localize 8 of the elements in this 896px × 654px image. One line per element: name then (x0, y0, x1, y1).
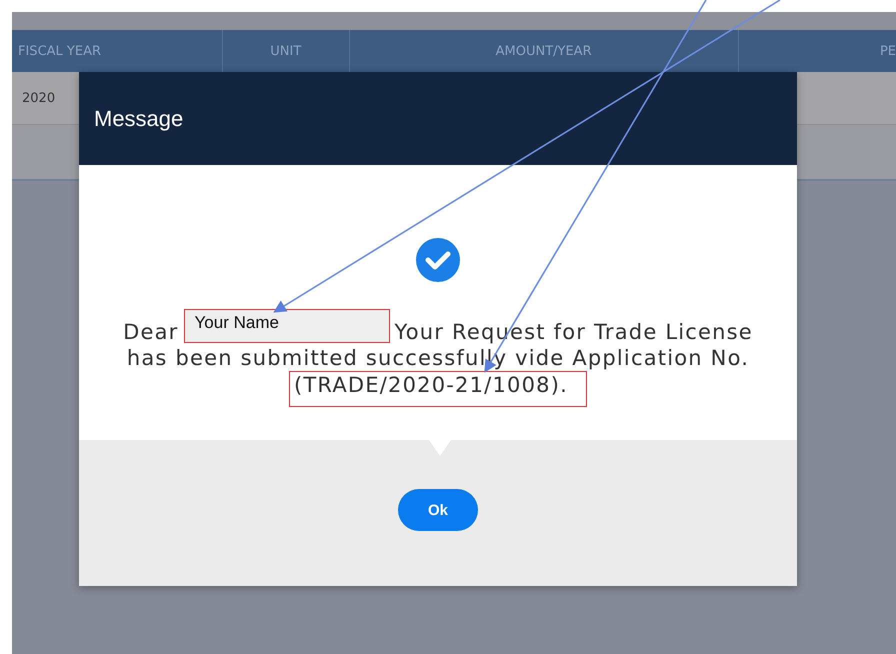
dialog-title: Message (94, 106, 184, 132)
name-label: Your Name (184, 309, 390, 343)
column-header: PE (878, 42, 896, 60)
application-number: (TRADE/2020-21/1008). (289, 371, 587, 407)
greeting-text: Dear (123, 319, 179, 345)
check-circle-icon (415, 237, 461, 283)
ok-button[interactable]: Ok (398, 489, 478, 531)
table-cell-text: 2020 (21, 90, 56, 106)
